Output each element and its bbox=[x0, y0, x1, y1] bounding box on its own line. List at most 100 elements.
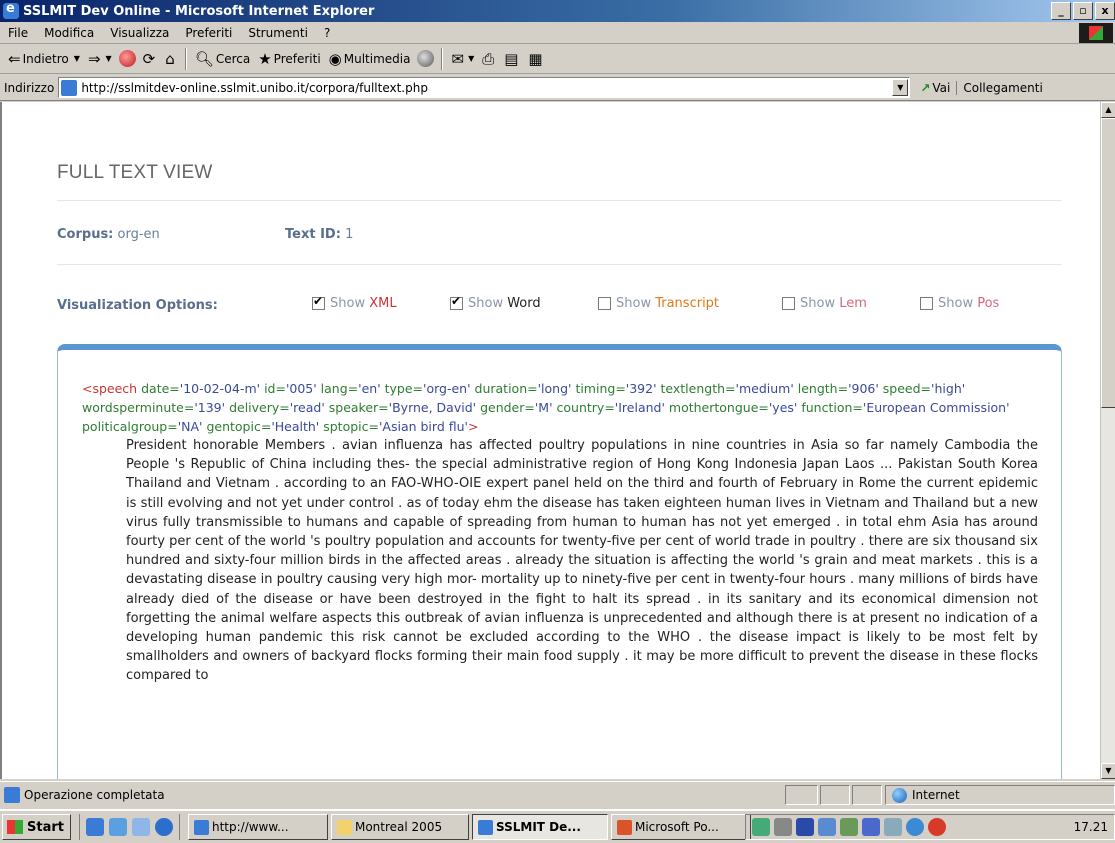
tray-icon[interactable] bbox=[862, 818, 880, 836]
menu-file[interactable]: File bbox=[0, 26, 36, 40]
start-button[interactable]: Start bbox=[2, 814, 71, 840]
system-tray: 17.21 bbox=[745, 814, 1115, 840]
menu-modifica[interactable]: Modifica bbox=[36, 26, 102, 40]
tray-icon[interactable] bbox=[906, 818, 924, 836]
xml-attr-name: duration= bbox=[474, 381, 538, 396]
option-prefix: Show bbox=[616, 296, 652, 311]
back-arrow-icon: ⇐ bbox=[8, 49, 21, 68]
refresh-icon[interactable]: ⟳ bbox=[139, 47, 162, 71]
edit-icon[interactable]: ▤ bbox=[500, 47, 524, 71]
stop-icon[interactable] bbox=[118, 50, 136, 67]
option-name: Word bbox=[507, 296, 541, 311]
ie-task-icon bbox=[477, 819, 493, 835]
task-ie-window[interactable]: http://www... bbox=[187, 814, 328, 840]
volume-icon[interactable] bbox=[774, 818, 792, 836]
scroll-up-button[interactable]: ▲ bbox=[1101, 102, 1115, 118]
close-button[interactable]: x bbox=[1095, 2, 1115, 20]
xml-attr-value: 'org-en' bbox=[423, 381, 471, 396]
option-show-transcript[interactable]: Show Transcript bbox=[598, 296, 719, 311]
media-button[interactable]: ◉ Multimedia bbox=[325, 47, 415, 71]
discuss-icon[interactable]: ▦ bbox=[524, 47, 548, 71]
outlook-quicklaunch-icon[interactable] bbox=[108, 818, 127, 836]
address-dropdown-icon[interactable]: ▼ bbox=[892, 79, 909, 96]
xml-attr-value: '005' bbox=[285, 381, 317, 396]
menu-strumenti[interactable]: Strumenti bbox=[240, 26, 316, 40]
back-dropdown-icon[interactable]: ▼ bbox=[74, 54, 80, 63]
powerpoint-icon bbox=[616, 819, 632, 835]
option-prefix: Show bbox=[468, 296, 504, 311]
favorites-button[interactable]: ★ Preferiti bbox=[254, 47, 324, 71]
menu-preferiti[interactable]: Preferiti bbox=[177, 26, 240, 40]
internet-globe-icon bbox=[892, 787, 907, 803]
task-montreal-folder[interactable]: Montreal 2005 bbox=[330, 814, 469, 840]
media-label: Multimedia bbox=[343, 51, 411, 66]
page-icon bbox=[61, 79, 78, 96]
tray-icon[interactable] bbox=[884, 818, 902, 836]
forward-button[interactable]: ⇒ ▼ bbox=[84, 47, 116, 71]
checkbox-word[interactable] bbox=[450, 294, 463, 310]
divider bbox=[57, 264, 1062, 265]
network-icon[interactable] bbox=[818, 818, 836, 836]
checkbox-lem[interactable] bbox=[782, 297, 795, 310]
home-icon[interactable]: ⌂ bbox=[161, 47, 181, 71]
links-button[interactable]: Collegamenti bbox=[956, 80, 1043, 95]
task-label: SSLMIT De... bbox=[495, 820, 581, 834]
menu-help[interactable]: ? bbox=[316, 26, 338, 40]
xml-attr-name: politicalgroup= bbox=[82, 419, 178, 434]
forward-dropdown-icon[interactable]: ▼ bbox=[106, 54, 112, 63]
language-icon[interactable] bbox=[796, 818, 814, 836]
xml-attr-name: id= bbox=[264, 381, 286, 396]
xml-attr-value: 'high' bbox=[931, 381, 966, 396]
option-name: XML bbox=[369, 296, 397, 311]
scroll-thumb[interactable] bbox=[1101, 118, 1115, 408]
address-url[interactable]: http://sslmitdev-online.sslmit.unibo.it/… bbox=[81, 81, 428, 95]
page-status-icon bbox=[4, 786, 20, 803]
search-button[interactable]: 🔍︎ Cerca bbox=[191, 47, 254, 71]
xml-attr-name: wordsperminute= bbox=[82, 400, 195, 415]
option-show-lem[interactable]: Show Lem bbox=[782, 296, 867, 311]
address-input[interactable]: http://sslmitdev-online.sslmit.unibo.it/… bbox=[58, 77, 911, 98]
tray-icon[interactable] bbox=[928, 818, 946, 836]
textid-label: Text ID: bbox=[285, 227, 341, 242]
maximize-button[interactable]: ▫ bbox=[1073, 2, 1093, 20]
task-powerpoint[interactable]: Microsoft Po... bbox=[610, 814, 751, 840]
xml-attr-value: 'en' bbox=[358, 381, 381, 396]
xml-attr-value: 'Ireland' bbox=[614, 400, 665, 415]
ie-quicklaunch-icon[interactable] bbox=[85, 818, 104, 836]
print-icon[interactable]: ⎙ bbox=[478, 47, 500, 71]
task-sslmit-window[interactable]: SSLMIT De... bbox=[471, 814, 608, 840]
tray-icon[interactable] bbox=[752, 818, 770, 836]
checkbox-pos[interactable] bbox=[920, 297, 933, 310]
media-player-quicklaunch-icon[interactable] bbox=[154, 818, 173, 836]
menu-visualizza[interactable]: Visualizza bbox=[102, 26, 177, 40]
mail-icon[interactable]: ✉ ▼ bbox=[447, 47, 478, 71]
tray-icon[interactable] bbox=[840, 818, 858, 836]
option-show-xml[interactable]: Show XML bbox=[312, 294, 397, 311]
xml-attr-value: '10-02-04-m' bbox=[179, 381, 261, 396]
toolbar-separator bbox=[441, 47, 444, 70]
address-label: Indirizzo bbox=[4, 80, 55, 95]
option-prefix: Show bbox=[800, 296, 836, 311]
corpus-info: Corpus: org-en bbox=[57, 227, 160, 242]
go-button[interactable]: ↗ Vai bbox=[910, 81, 956, 95]
address-bar: Indirizzo http://sslmitdev-online.sslmit… bbox=[0, 75, 1115, 101]
status-cell bbox=[852, 785, 882, 805]
checkbox-transcript[interactable] bbox=[598, 297, 611, 310]
option-show-pos[interactable]: Show Pos bbox=[920, 296, 999, 311]
status-bar: Operazione completata Internet bbox=[0, 781, 1115, 807]
task-label: http://www... bbox=[211, 820, 289, 834]
xml-attr-name: gentopic= bbox=[206, 419, 272, 434]
corpus-value: org-en bbox=[117, 227, 160, 242]
history-icon[interactable] bbox=[417, 50, 435, 67]
ie-icon bbox=[3, 1, 19, 19]
option-show-word[interactable]: Show Word bbox=[450, 294, 541, 311]
minimize-button[interactable]: _ bbox=[1051, 2, 1071, 20]
favorites-label: Preferiti bbox=[273, 51, 321, 66]
xml-attr-value: '139' bbox=[194, 400, 226, 415]
desktop-quicklaunch-icon[interactable] bbox=[131, 818, 150, 836]
back-button[interactable]: ⇐ Indietro ▼ bbox=[4, 47, 84, 71]
xml-attr-name: timing= bbox=[575, 381, 626, 396]
checkbox-xml[interactable] bbox=[312, 294, 325, 310]
scroll-down-button[interactable]: ▼ bbox=[1101, 763, 1115, 779]
vertical-scrollbar[interactable]: ▲ ▼ bbox=[1100, 102, 1115, 779]
